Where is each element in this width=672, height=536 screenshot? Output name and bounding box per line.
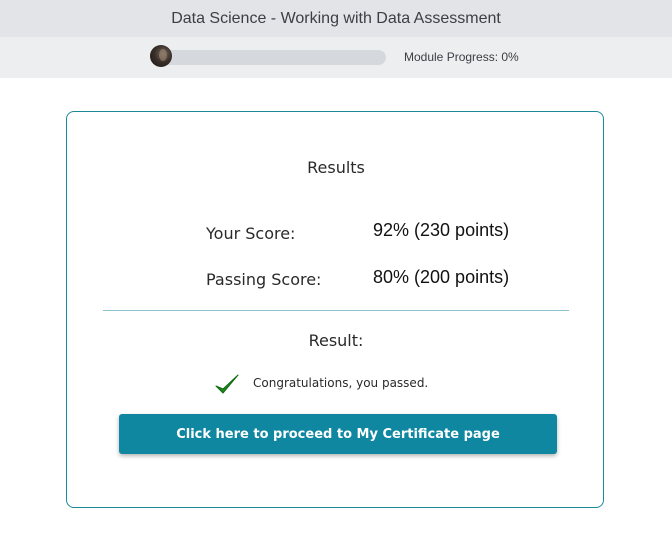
module-progress-label: Module Progress: 0% <box>404 50 519 64</box>
passing-score-value: 80% (200 points) <box>373 267 510 287</box>
proceed-to-certificate-button[interactable]: Click here to proceed to My Certificate … <box>119 414 557 454</box>
result-heading: Result: <box>308 331 364 350</box>
your-score-label: Your Score: <box>206 224 296 243</box>
user-avatar[interactable] <box>150 45 172 67</box>
result-message: Congratulations, you passed. <box>253 376 429 390</box>
passing-score-label: Passing Score: <box>206 270 322 289</box>
your-score-value: 92% (230 points) <box>373 220 510 240</box>
results-title: Results <box>307 158 365 177</box>
assessment-header: Data Science - Working with Data Assessm… <box>0 0 672 37</box>
page-title: Data Science - Working with Data Assessm… <box>171 9 501 27</box>
results-divider <box>103 310 569 311</box>
module-progress-track <box>160 50 386 65</box>
checkmark-icon <box>215 374 239 394</box>
